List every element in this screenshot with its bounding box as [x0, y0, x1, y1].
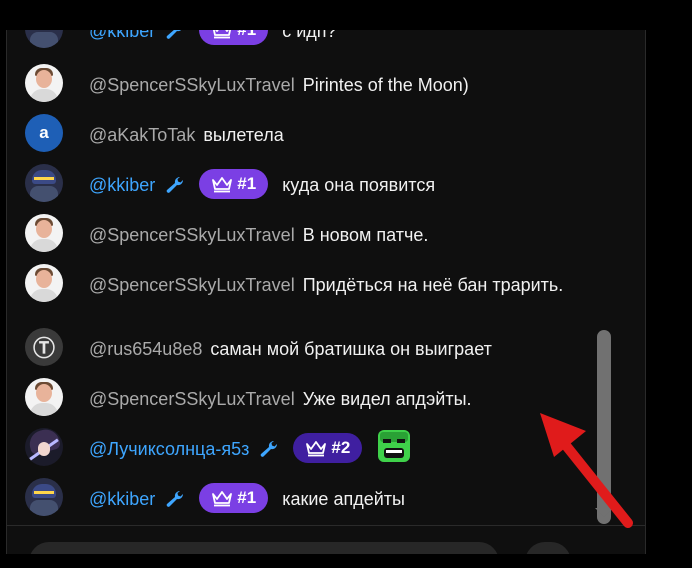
member-badge: #2 — [293, 433, 363, 464]
author-name[interactable]: @SpencerSSkyLuxTravel — [89, 275, 295, 295]
author-name[interactable]: @kkiber — [89, 30, 155, 41]
avatar[interactable]: a — [25, 114, 63, 152]
message-text: куда она появится — [282, 175, 436, 195]
avatar[interactable] — [25, 428, 63, 466]
crown-icon — [305, 439, 327, 457]
member-badge: #1 — [199, 483, 269, 514]
message-content: @aKakToTak вылетела — [89, 114, 595, 148]
top-strip — [0, 0, 692, 30]
chat-message: a @aKakToTak вылетела — [25, 114, 595, 152]
author-name[interactable]: @SpencerSSkyLuxTravel — [89, 75, 295, 95]
chat-message: @Лучиксолнца-я5з #2 — [25, 428, 595, 466]
crown-icon — [211, 175, 233, 193]
chat-message: @kkiber #1 с идп? — [25, 30, 595, 48]
member-badge: #1 — [199, 169, 269, 200]
message-content: @SpencerSSkyLuxTravel Pirintes of the Moo… — [89, 64, 595, 98]
avatar-letter: a — [39, 123, 49, 142]
chat-message: @SpencerSSkyLuxTravel В новом патче. — [25, 214, 595, 252]
chat-message: @kkiber #1 куда она появится — [25, 164, 595, 202]
badge-rank: #1 — [237, 30, 256, 43]
message-content: @kkiber #1 с идп? — [89, 30, 595, 46]
message-text: с идп? — [282, 30, 337, 41]
avatar[interactable] — [25, 64, 63, 102]
message-content: @SpencerSSkyLuxTravel В новом патче. — [89, 214, 595, 248]
crown-icon — [211, 30, 233, 39]
wrench-icon — [165, 30, 185, 39]
avatar[interactable] — [25, 30, 63, 48]
avatar[interactable] — [25, 378, 63, 416]
member-badge: #1 — [199, 30, 269, 46]
avatar[interactable] — [25, 164, 63, 202]
chat-message: Ⓣ @rus654u8e8 саман мой братишка он выигра… — [25, 328, 595, 366]
chat-message: @kkiber #1 какие апдейты — [25, 478, 595, 516]
chat-message: @SpencerSSkyLuxTravel Pirintes of the Moo… — [25, 64, 595, 102]
badge-rank: #1 — [237, 174, 257, 194]
message-content: @rus654u8e8 саман мой братишка он выиграе… — [89, 328, 595, 362]
wrench-icon — [165, 174, 185, 193]
author-name[interactable]: @aKakToTak — [89, 125, 195, 145]
message-text: Pirintes of the Moon) — [302, 75, 469, 95]
wrench-icon — [165, 488, 185, 507]
green-laughing-face-icon — [376, 428, 412, 464]
author-name[interactable]: @kkiber — [89, 489, 155, 509]
author-name[interactable]: @SpencerSSkyLuxTravel — [89, 225, 295, 245]
message-text: какие апдейты — [282, 489, 405, 509]
message-text: В новом патче. — [302, 225, 429, 245]
chat-message: @SpencerSSkyLuxTravel Уже видел апдэйты. — [25, 378, 595, 416]
author-name[interactable]: @rus654u8e8 — [89, 339, 202, 359]
emoji-picker-button[interactable] — [525, 542, 571, 554]
message-text: вылетела — [203, 125, 284, 145]
message-text: Уже видел апдэйты. — [302, 389, 472, 409]
avatar[interactable]: Ⓣ — [25, 328, 63, 366]
author-name[interactable]: @Лучиксолнца-я5з — [89, 439, 249, 459]
message-text: Придёться на неё бан трарить. — [302, 275, 564, 295]
wrench-icon — [259, 438, 279, 457]
avatar[interactable] — [25, 478, 63, 516]
author-name[interactable]: @kkiber — [89, 175, 155, 195]
chat-message: @SpencerSSkyLuxTravel Придёться на неё ба… — [25, 264, 595, 302]
message-text: саман мой братишка он выиграет — [210, 339, 492, 359]
chat-message-list: @kkiber #1 с идп? @SpencerSSkyLuxTravel Piri… — [7, 30, 597, 522]
message-content: @kkiber #1 куда она появится — [89, 164, 595, 200]
author-name[interactable]: @SpencerSSkyLuxTravel — [89, 389, 295, 409]
badge-rank: #2 — [331, 438, 351, 458]
badge-rank: #1 — [237, 488, 257, 508]
avatar[interactable] — [25, 214, 63, 252]
red-annotation-arrow — [540, 413, 633, 528]
message-content: @SpencerSSkyLuxTravel Придёться на неё ба… — [89, 264, 595, 298]
chat-message-input[interactable] — [29, 542, 499, 554]
avatar[interactable] — [25, 264, 63, 302]
crown-icon — [211, 489, 233, 507]
